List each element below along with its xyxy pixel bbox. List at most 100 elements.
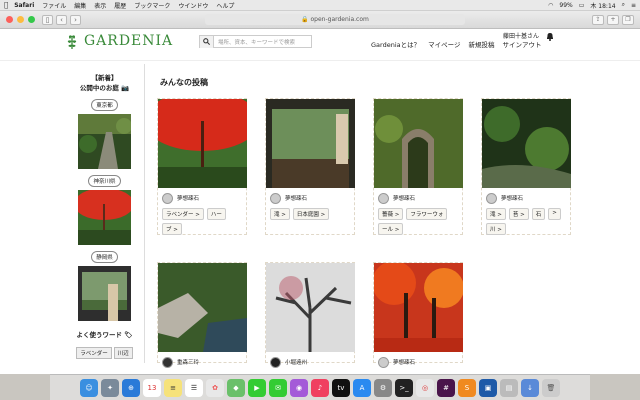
tag-chip[interactable]: ラベンダー > [162, 208, 204, 220]
thumb-shizuoka-garden[interactable] [78, 266, 131, 321]
minimize-window-button[interactable] [17, 16, 24, 23]
thumb-tokyo-garden[interactable] [78, 114, 131, 169]
calendar-icon[interactable]: 13 [143, 378, 161, 397]
maps-icon[interactable]: ◆ [227, 378, 245, 397]
wifi-icon[interactable]: ◠ [548, 2, 553, 9]
forward-icon[interactable]: › [70, 14, 81, 25]
battery-label[interactable]: 99% [559, 2, 572, 9]
nav-mypage[interactable]: マイページ [428, 39, 460, 49]
back-icon[interactable]: ‹ [56, 14, 67, 25]
post-author[interactable]: 夢想疎石 [374, 190, 462, 206]
new-tab-icon[interactable]: + [607, 14, 619, 25]
post-image-bare-tree[interactable] [266, 263, 355, 352]
post-author[interactable]: 夢想疎石 [266, 190, 354, 206]
menu-app[interactable]: Safari [14, 2, 34, 9]
post-card[interactable]: 重森三玲 [157, 262, 247, 368]
tag-chip[interactable]: 滝 > [270, 208, 290, 220]
menu-edit[interactable]: 編集 [74, 1, 86, 10]
battery-icon[interactable]: ▭ [579, 2, 585, 9]
menu-bookmarks[interactable]: ブックマーク [134, 1, 170, 10]
nav-new-post[interactable]: 新規投稿 [469, 39, 495, 49]
photos-icon[interactable]: ✿ [206, 378, 224, 397]
terminal-icon[interactable]: >_ [395, 378, 413, 397]
post-author[interactable]: 夢想疎石 [158, 190, 246, 206]
bell-icon[interactable] [546, 32, 554, 43]
tag-chip[interactable]: 薔薇 > [378, 208, 404, 220]
zoom-window-button[interactable] [28, 16, 35, 23]
post-card[interactable]: 夢想疎石 [373, 262, 463, 368]
post-card[interactable]: 夢想疎石 ラベンダー > ハー ブ > [157, 98, 247, 235]
tag-chip[interactable]: 日本庭園 > [292, 208, 330, 220]
slack-icon[interactable]: # [437, 378, 455, 397]
post-author[interactable]: 夢想疎石 [482, 190, 570, 206]
user-name[interactable]: 藤田十基さん [503, 31, 539, 40]
post-card[interactable]: 夢想疎石 滝 > 苔 > 石 > 川 > [481, 98, 571, 235]
control-center-icon[interactable]: ≡ [631, 2, 636, 9]
post-card[interactable]: 夢想疎石 滝 > 日本庭園 > [265, 98, 355, 235]
safari-icon[interactable]: ⊕ [122, 378, 140, 397]
post-image-rose-arch[interactable] [374, 99, 463, 188]
post-author[interactable]: 小堀遠州 [266, 354, 354, 370]
region-tokyo[interactable]: 東京都 [91, 99, 118, 111]
post-image-waterfall-window[interactable] [266, 99, 355, 188]
system-preferences-icon[interactable]: ⚙ [374, 378, 392, 397]
share-icon[interactable]: ⇪ [592, 14, 604, 25]
podcasts-icon[interactable]: ◉ [290, 378, 308, 397]
post-card[interactable]: 小堀遠州 [265, 262, 355, 368]
post-author[interactable]: 夢想疎石 [374, 354, 462, 370]
post-image-mossy-stream[interactable] [482, 99, 571, 188]
tag-chip[interactable]: ハー [206, 208, 226, 220]
tag-chip[interactable]: 石 [531, 208, 546, 220]
tv-icon[interactable]: tv [332, 378, 350, 397]
launchpad-icon[interactable]: ✦ [101, 378, 119, 397]
search-icon[interactable]: ⌕ [622, 1, 625, 9]
notes-icon[interactable]: ≡ [164, 378, 182, 397]
clock-label[interactable]: 木 18:14 [590, 1, 615, 10]
music-icon[interactable]: ♪ [311, 378, 329, 397]
menu-view[interactable]: 表示 [94, 1, 106, 10]
app-store-icon[interactable]: A [353, 378, 371, 397]
search-input[interactable]: 場所、資本、キーワードで検索 [214, 38, 295, 46]
finder-icon[interactable]: ☺ [80, 378, 98, 397]
menu-file[interactable]: ファイル [42, 1, 66, 10]
region-shizuoka[interactable]: 静岡県 [91, 251, 118, 263]
tag-chip[interactable]: 滝 > [486, 208, 506, 220]
fav-tag-riverside[interactable]: 川辺 [113, 347, 133, 359]
fav-tag-lavender[interactable]: ラベンダー [76, 347, 112, 359]
menu-window[interactable]: ウインドウ [178, 1, 208, 10]
menu-help[interactable]: ヘルプ [216, 1, 234, 10]
search-button[interactable] [200, 35, 214, 48]
trash-icon[interactable]: 🗑 [542, 378, 560, 397]
virtualbox-icon[interactable]: ▣ [479, 378, 497, 397]
tag-chip[interactable]: > [548, 208, 561, 220]
thumb-kanagawa-garden[interactable] [78, 190, 131, 245]
region-kanagawa[interactable]: 神奈川県 [88, 175, 121, 187]
post-author[interactable]: 重森三玲 [158, 354, 246, 370]
site-logo[interactable]: GARDENIA [65, 33, 173, 49]
reminders-icon[interactable]: ☰ [185, 378, 203, 397]
nav-signout[interactable]: サインアウト [503, 39, 542, 49]
sublime-icon[interactable]: S [458, 378, 476, 397]
preview-icon[interactable]: ▤ [500, 378, 518, 397]
post-card[interactable]: 夢想疎石 薔薇 > フラワーウォ ール > [373, 98, 463, 235]
site-search[interactable]: 場所、資本、キーワードで検索 [199, 35, 312, 48]
chrome-icon[interactable]: ◎ [416, 378, 434, 397]
downloads-icon[interactable]: ↓ [521, 378, 539, 397]
post-image-red-umbrella[interactable] [158, 99, 247, 188]
facetime-icon[interactable]: ▶ [248, 378, 266, 397]
tab-overview-icon[interactable]: ❐ [622, 14, 634, 25]
tag-chip[interactable]: ブ > [162, 223, 182, 235]
close-window-button[interactable] [6, 16, 13, 23]
tag-chip[interactable]: ール > [378, 223, 404, 235]
menu-history[interactable]: 履歴 [114, 1, 126, 10]
messages-icon[interactable]: ✉ [269, 378, 287, 397]
apple-icon[interactable]:  [4, 1, 8, 9]
post-image-autumn-maples[interactable] [374, 263, 463, 352]
tag-chip[interactable]: 苔 > [508, 208, 529, 220]
nav-about[interactable]: Gardeniaとは？ [371, 39, 420, 49]
sidebar-toggle-icon[interactable]: ▯ [42, 14, 53, 25]
post-image-rock-garden[interactable] [158, 263, 247, 352]
tag-chip[interactable]: 川 > [486, 223, 506, 235]
tag-chip[interactable]: フラワーウォ [406, 208, 448, 220]
address-bar[interactable]: 🔒 open-gardenia.com [205, 14, 465, 25]
